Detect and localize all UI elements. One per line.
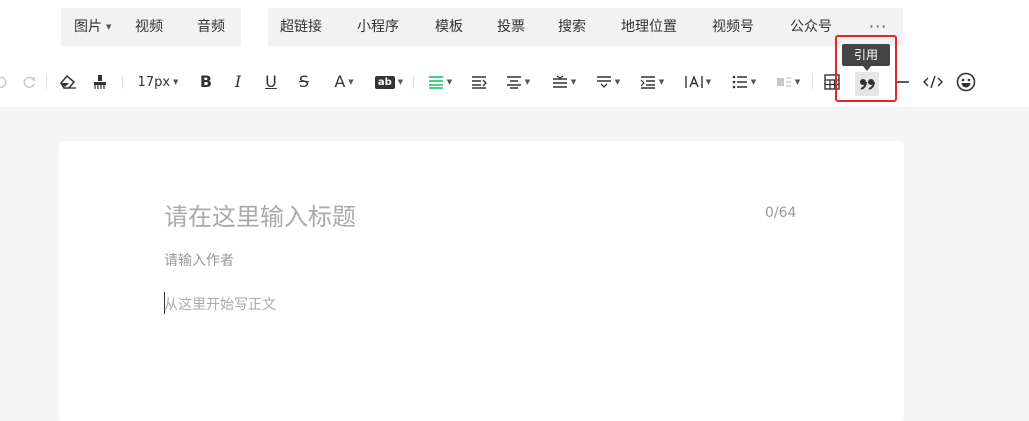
chevron-down-icon: ▼ xyxy=(794,78,801,86)
insert-video-button[interactable]: 视频 xyxy=(135,8,163,46)
chevron-down-icon: ▼ xyxy=(173,78,179,86)
emoji-icon[interactable] xyxy=(955,71,977,93)
editor-card: 请在这里输入标题 0/64 请输入作者 从这里开始写正文 xyxy=(59,141,904,421)
undo-icon[interactable] xyxy=(0,71,8,93)
insert-image-button[interactable]: 图片 ▼ xyxy=(74,8,111,46)
insert-template-button[interactable]: 模板 xyxy=(435,8,463,46)
font-size-value: 17px xyxy=(137,74,171,90)
insert-vote-label: 投票 xyxy=(497,19,525,35)
title-input[interactable]: 请在这里输入标题 xyxy=(164,197,356,232)
insert-vote-button[interactable]: 投票 xyxy=(497,8,525,46)
chevron-down-icon: ▼ xyxy=(570,78,577,86)
insert-hyperlink-button[interactable]: 超链接 xyxy=(280,8,322,46)
list-icon[interactable]: ▼ xyxy=(729,71,759,93)
font-size-dropdown[interactable]: 17px ▼ xyxy=(134,71,182,93)
title-char-count: 0/64 xyxy=(765,205,797,221)
author-input[interactable]: 请输入作者 xyxy=(164,250,234,270)
code-icon[interactable] xyxy=(922,71,944,93)
insert-hyperlink-label: 超链接 xyxy=(280,19,322,35)
insert-audio-label: 音频 xyxy=(197,19,225,35)
chevron-down-icon: ▼ xyxy=(658,78,665,86)
align-left-icon[interactable]: ▼ xyxy=(424,71,456,93)
chevron-down-icon: ▼ xyxy=(397,78,404,86)
underline-icon[interactable]: U xyxy=(262,71,280,93)
insert-official-account-button[interactable]: 公众号 xyxy=(790,8,832,46)
strikethrough-icon[interactable]: S xyxy=(295,71,313,93)
insert-channels-label: 视频号 xyxy=(712,19,754,35)
toolbar-divider xyxy=(812,75,813,89)
font-color-icon[interactable]: A ▼ xyxy=(328,71,360,93)
chevron-down-icon: ▼ xyxy=(348,78,354,86)
annotation-highlight-box xyxy=(835,35,897,102)
format-brush-icon[interactable] xyxy=(90,71,110,93)
paragraph-spacing-icon[interactable]: ▼ xyxy=(592,71,624,93)
line-height-icon[interactable]: ▼ xyxy=(548,71,580,93)
insert-image-label: 图片 xyxy=(74,19,102,35)
background-color-icon[interactable]: ab ▼ xyxy=(373,71,405,93)
clear-format-icon[interactable] xyxy=(58,71,78,93)
media-insert-group: 图片 ▼ 视频 音频 xyxy=(61,8,241,46)
toolbar-divider xyxy=(46,75,47,89)
image-float-icon[interactable]: ▼ xyxy=(772,71,804,93)
italic-icon[interactable]: I xyxy=(230,71,246,93)
insert-search-button[interactable]: 搜索 xyxy=(558,8,586,46)
toolbar-divider xyxy=(413,75,414,89)
letter-spacing-icon[interactable]: ▼ xyxy=(681,71,715,93)
chevron-down-icon: ▼ xyxy=(524,78,531,86)
toolbar-divider xyxy=(122,75,123,89)
font-color-letter: A xyxy=(334,72,346,91)
insert-video-label: 视频 xyxy=(135,19,163,35)
align-center-icon[interactable]: ▼ xyxy=(502,71,534,93)
bold-icon[interactable]: B xyxy=(197,71,215,93)
chevron-down-icon: ▼ xyxy=(446,78,453,86)
insert-template-label: 模板 xyxy=(435,19,463,35)
insert-location-label: 地理位置 xyxy=(621,19,677,35)
chevron-down-icon: ▼ xyxy=(750,78,757,86)
insert-miniprogram-button[interactable]: 小程序 xyxy=(357,8,399,46)
insert-miniprogram-label: 小程序 xyxy=(357,19,399,35)
redo-icon[interactable] xyxy=(21,71,37,93)
insert-channels-button[interactable]: 视频号 xyxy=(712,8,754,46)
chevron-down-icon: ▼ xyxy=(614,78,621,86)
margin-icon[interactable]: ▼ xyxy=(636,71,668,93)
indent-icon[interactable] xyxy=(470,71,488,93)
background-color-label: ab xyxy=(374,75,395,89)
chevron-down-icon: ▼ xyxy=(705,78,712,86)
chevron-down-icon: ▼ xyxy=(106,23,112,31)
insert-official-account-label: 公众号 xyxy=(790,19,832,35)
content-insert-group: 超链接 小程序 模板 投票 搜索 地理位置 视频号 公众号 ··· xyxy=(268,8,903,46)
insert-search-label: 搜索 xyxy=(558,19,586,35)
insert-audio-button[interactable]: 音频 xyxy=(197,8,225,46)
insert-location-button[interactable]: 地理位置 xyxy=(621,8,677,46)
body-editor[interactable]: 从这里开始写正文 xyxy=(164,294,276,314)
